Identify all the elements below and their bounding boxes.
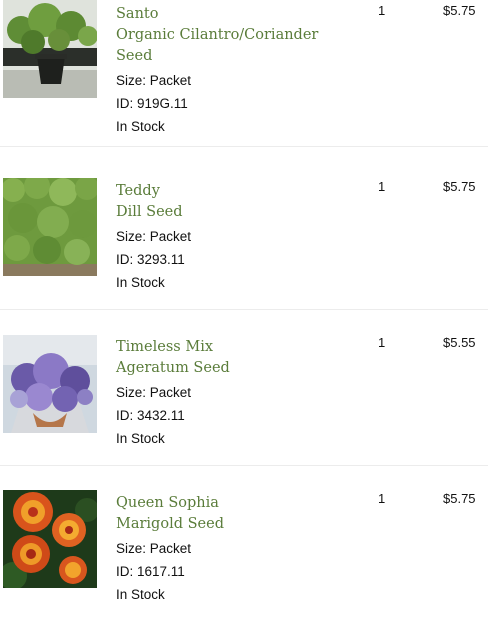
item-price: $5.75	[443, 179, 476, 194]
stock-status: In Stock	[116, 275, 165, 290]
product-size: Size: Packet	[116, 385, 192, 400]
product-id: ID: 3293.11	[116, 252, 185, 267]
item-quantity: 1	[378, 491, 386, 506]
cart-item: Teddy Dill Seed Size: Packet ID: 3293.11…	[0, 155, 488, 310]
stock-status: In Stock	[116, 587, 165, 602]
item-quantity: 1	[378, 3, 386, 18]
product-image-marigold[interactable]	[3, 490, 97, 588]
product-image-ageratum[interactable]	[3, 335, 97, 433]
product-name-line[interactable]: Dill Seed	[116, 202, 356, 223]
product-name-line[interactable]: Teddy	[116, 181, 356, 202]
product-id: ID: 3432.11	[116, 408, 185, 423]
product-name-link[interactable]: Timeless Mix Ageratum Seed	[116, 337, 356, 379]
product-name-link[interactable]: Santo Organic Cilantro/Coriander Seed	[116, 4, 356, 67]
item-quantity: 1	[378, 179, 386, 194]
product-name-link[interactable]: Queen Sophia Marigold Seed	[116, 493, 356, 535]
cart-item: Timeless Mix Ageratum Seed Size: Packet …	[0, 311, 488, 466]
product-info: Teddy Dill Seed Size: Packet ID: 3293.11…	[116, 181, 356, 294]
cart-item-list: Santo Organic Cilantro/Coriander Seed Si…	[0, 0, 488, 602]
item-price: $5.55	[443, 335, 476, 350]
product-name-line[interactable]: Santo	[116, 4, 356, 25]
product-name-line[interactable]: Seed	[116, 46, 356, 67]
product-info: Timeless Mix Ageratum Seed Size: Packet …	[116, 337, 356, 450]
product-info: Santo Organic Cilantro/Coriander Seed Si…	[116, 4, 356, 138]
product-image-dill[interactable]	[3, 178, 97, 276]
product-name-line[interactable]: Ageratum Seed	[116, 358, 356, 379]
product-name-link[interactable]: Teddy Dill Seed	[116, 181, 356, 223]
product-size: Size: Packet	[116, 73, 192, 88]
product-name-line[interactable]: Queen Sophia	[116, 493, 356, 514]
product-name-line[interactable]: Timeless Mix	[116, 337, 356, 358]
product-name-line[interactable]: Marigold Seed	[116, 514, 356, 535]
item-price: $5.75	[443, 3, 476, 18]
product-image-cilantro[interactable]	[3, 0, 97, 98]
product-id: ID: 1617.11	[116, 564, 185, 579]
cart-item: Queen Sophia Marigold Seed Size: Packet …	[0, 467, 488, 622]
stock-status: In Stock	[116, 431, 165, 446]
product-id: ID: 919G.11	[116, 96, 188, 111]
item-quantity: 1	[378, 335, 386, 350]
stock-status: In Stock	[116, 119, 165, 134]
item-price: $5.75	[443, 491, 476, 506]
product-size: Size: Packet	[116, 229, 192, 244]
product-info: Queen Sophia Marigold Seed Size: Packet …	[116, 493, 356, 606]
cart-item: Santo Organic Cilantro/Coriander Seed Si…	[0, 0, 488, 147]
product-size: Size: Packet	[116, 541, 192, 556]
product-name-line[interactable]: Organic Cilantro/Coriander	[116, 25, 356, 46]
